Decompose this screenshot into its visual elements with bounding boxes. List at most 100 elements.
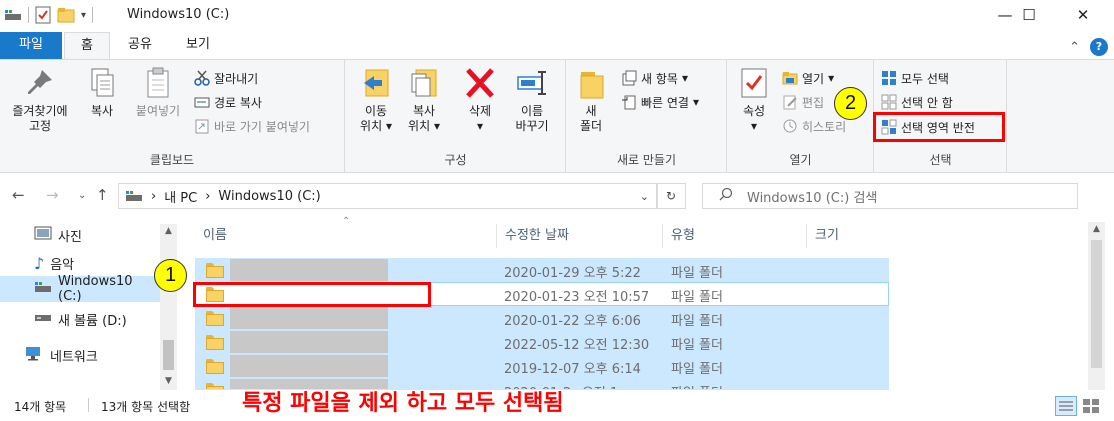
- nav-pane-scrollbar[interactable]: ▲ ▼: [160, 224, 177, 390]
- breadcrumb-drive[interactable]: Windows10 (C:): [218, 189, 320, 204]
- new-folder-qat-icon[interactable]: [57, 7, 75, 23]
- annotation-caption: 특정 파일을 제외 하고 모두 선택됨: [242, 391, 564, 416]
- paste-shortcut-button[interactable]: 바로 가기 붙여넣기: [194, 116, 310, 136]
- scroll-down-icon[interactable]: ▼: [160, 376, 177, 386]
- address-dropdown-icon[interactable]: ⌄: [640, 190, 649, 203]
- copy-icon: [86, 66, 118, 100]
- rename-icon: [516, 66, 548, 100]
- table-row[interactable]: 2020-01-22 오후 6:06 파일 폴더: [195, 306, 889, 330]
- help-icon[interactable]: ?: [1090, 38, 1108, 56]
- drive-icon: [34, 311, 52, 327]
- copy-to-icon: [408, 66, 440, 100]
- toolbar-separator: [28, 7, 29, 23]
- paste-button[interactable]: 붙여넣기: [128, 66, 188, 119]
- ribbon-controls: ⌃ ?: [1069, 38, 1108, 56]
- new-group: 새 폴더 새 항목 ▾ 빠른 연결 ▾ 새로 만들기: [567, 60, 727, 172]
- toolbar-separator: [92, 7, 94, 23]
- properties-qat-icon[interactable]: [35, 6, 51, 24]
- tab-home[interactable]: 홈: [64, 32, 110, 60]
- paste-shortcut-icon: [194, 118, 210, 134]
- pc-icon: [125, 190, 143, 202]
- scissors-icon: [194, 70, 210, 86]
- clipboard-icon: [142, 66, 174, 100]
- tab-file[interactable]: 파일: [0, 32, 62, 60]
- select-all-icon: [881, 70, 897, 86]
- new-folder-icon: [575, 66, 607, 100]
- select-none-icon: [881, 94, 897, 110]
- column-header-size[interactable]: 크기: [807, 224, 889, 248]
- drive-icon: [34, 281, 52, 297]
- easy-access-icon: [621, 94, 637, 110]
- column-header-date[interactable]: 수정한 날짜: [497, 224, 663, 248]
- delete-button[interactable]: 삭제 ▾: [460, 66, 500, 134]
- tab-share[interactable]: 공유: [112, 32, 168, 60]
- navigation-pane: 사진 ♪ 음악 Windows10 (C:) 새 볼륨 (D:) 네트워크 ▲ …: [0, 214, 178, 390]
- back-arrow-icon[interactable]: ←: [12, 186, 25, 204]
- scroll-up-icon[interactable]: ▲: [1088, 224, 1105, 234]
- maximize-button[interactable]: ☐: [1006, 0, 1052, 30]
- delete-x-icon: [464, 66, 496, 100]
- column-header-name[interactable]: 이름: [195, 224, 497, 248]
- drive-icon[interactable]: [4, 9, 22, 21]
- breadcrumb-this-pc[interactable]: 내 PC: [164, 187, 197, 206]
- new-folder-button[interactable]: 새 폴더: [573, 66, 609, 134]
- new-item-icon: [621, 70, 637, 86]
- history-button[interactable]: 히스토리: [782, 116, 846, 136]
- redacted-filename: [230, 259, 388, 281]
- move-to-button[interactable]: 이동 위치 ▾: [356, 66, 396, 134]
- file-list-scrollbar[interactable]: ▲: [1088, 222, 1105, 390]
- copy-to-button[interactable]: 복사 위치 ▾: [404, 66, 444, 134]
- refresh-button[interactable]: ↻: [656, 183, 686, 209]
- details-view-icon[interactable]: [1055, 396, 1077, 416]
- step-badge-2: 2: [834, 87, 867, 120]
- scroll-up-icon[interactable]: ▲: [160, 226, 177, 236]
- table-row[interactable]: 2019-12-07 오후 6:14 파일 폴더: [195, 354, 889, 378]
- clipboard-group-label: 클립보드: [149, 153, 195, 167]
- music-icon: ♪: [34, 253, 45, 273]
- rename-button[interactable]: 이름 바꾸기: [508, 66, 556, 134]
- column-header-type[interactable]: 유형: [663, 224, 807, 248]
- up-arrow-icon[interactable]: ↑: [96, 186, 109, 204]
- table-row[interactable]: 2022-05-12 오전 12:30 파일 폴더: [195, 330, 889, 354]
- edit-button[interactable]: 편집: [782, 92, 824, 112]
- ribbon-collapse-icon[interactable]: ⌃: [1069, 40, 1080, 55]
- forward-arrow-icon[interactable]: →: [46, 186, 59, 204]
- customize-qat-icon[interactable]: ▾: [81, 10, 86, 21]
- organize-group: 이동 위치 ▾ 복사 위치 ▾ 삭제 ▾ 이름 바꾸기 구성: [346, 60, 566, 172]
- status-separator: [88, 398, 89, 412]
- clipboard-group: 즐겨찾기에 고정 복사 붙여넣기 잘라내기 경로 복사 바로 가기 붙여넣기 클…: [0, 60, 345, 172]
- ribbon-tabs: 파일 홈 공유 보기: [0, 32, 1114, 60]
- select-none-button[interactable]: 선택 안 함: [881, 92, 953, 112]
- close-button[interactable]: ✕: [1060, 0, 1106, 30]
- scroll-thumb[interactable]: [1091, 240, 1102, 368]
- large-icons-view-icon[interactable]: [1082, 398, 1100, 414]
- pin-to-quick-access-button[interactable]: 즐겨찾기에 고정: [4, 66, 76, 134]
- open-folder-icon: [782, 70, 798, 86]
- nav-item-c-drive[interactable]: Windows10 (C:): [0, 274, 160, 304]
- invert-selection-highlight: [873, 112, 1005, 142]
- select-all-button[interactable]: 모두 선택: [881, 68, 949, 88]
- folder-icon: [206, 263, 224, 278]
- open-button[interactable]: 열기 ▾: [782, 68, 834, 88]
- search-icon: [719, 187, 733, 205]
- properties-button[interactable]: 속성 ▾: [734, 66, 774, 134]
- table-row[interactable]: 2020-01-29 오후 5:22 파일 폴더: [195, 258, 889, 282]
- recent-locations-icon[interactable]: ⌄: [78, 190, 86, 201]
- copy-button[interactable]: 복사: [82, 66, 122, 119]
- copy-path-icon: [194, 94, 210, 110]
- excluded-file-highlight: [193, 282, 431, 307]
- easy-access-button[interactable]: 빠른 연결 ▾: [621, 92, 699, 112]
- navigation-bar: ← → ⌄ ↑ › 내 PC › Windows10 (C:) ⌄ ↻ Wind…: [0, 178, 1114, 214]
- new-item-button[interactable]: 새 항목 ▾: [621, 68, 688, 88]
- copy-path-button[interactable]: 경로 복사: [194, 92, 262, 112]
- breadcrumb-separator: ›: [151, 188, 157, 204]
- select-group-label: 선택: [929, 153, 952, 167]
- window-title: Windows10 (C:): [127, 7, 230, 22]
- address-bar[interactable]: › 내 PC › Windows10 (C:) ⌄: [118, 183, 658, 209]
- search-input[interactable]: Windows10 (C:) 검색: [702, 183, 1078, 209]
- cut-button[interactable]: 잘라내기: [194, 68, 258, 88]
- tab-view[interactable]: 보기: [170, 32, 226, 60]
- title-bar: ▾ Windows10 (C:) — ☐ ✕: [0, 0, 1114, 30]
- scroll-thumb[interactable]: [163, 340, 174, 370]
- redacted-filename: [230, 307, 388, 329]
